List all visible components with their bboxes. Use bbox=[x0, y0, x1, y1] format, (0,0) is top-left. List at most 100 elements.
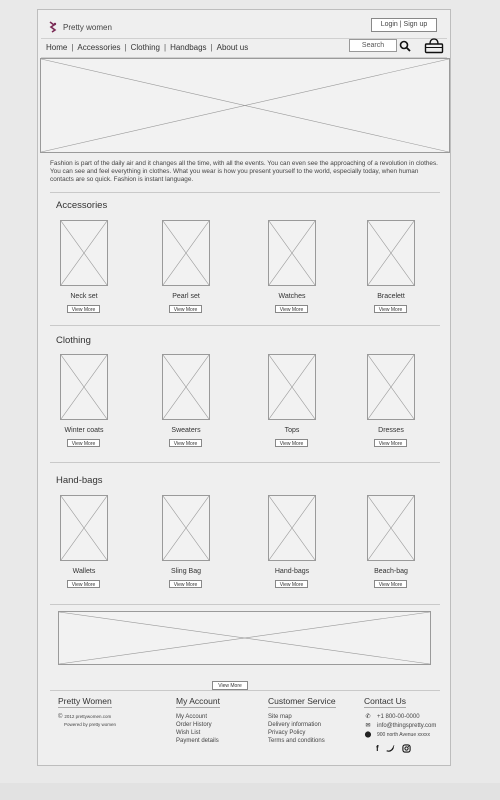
address-text: 900 north Avenue xxxxx bbox=[377, 732, 430, 738]
nav-item-home[interactable]: Home bbox=[46, 43, 67, 52]
section-title-clothing: Clothing bbox=[56, 335, 91, 346]
search-icon[interactable] bbox=[399, 40, 411, 52]
section-title-accessories: Accessories bbox=[56, 200, 108, 211]
footer-contact-title: Contact Us bbox=[364, 696, 407, 708]
product-image[interactable] bbox=[60, 220, 108, 286]
twitter-icon[interactable] bbox=[386, 744, 395, 753]
top-bar: Pretty women Login | Sign up bbox=[41, 16, 447, 39]
view-more-button[interactable]: View More bbox=[275, 580, 308, 588]
main-nav: Home | Accessories | Clothing | Handbags… bbox=[41, 38, 447, 58]
product-name: Hand-bags bbox=[274, 568, 310, 575]
divider bbox=[50, 192, 440, 193]
view-more-button[interactable]: View More bbox=[275, 305, 308, 313]
nav-separator: | bbox=[124, 43, 127, 52]
footer-link[interactable]: Terms and conditions bbox=[268, 737, 336, 745]
view-more-button[interactable]: View More bbox=[374, 305, 407, 313]
product-image[interactable] bbox=[60, 354, 108, 420]
view-more-button[interactable]: View More bbox=[275, 439, 308, 447]
product-image[interactable] bbox=[162, 495, 210, 561]
contact-email: ✉ info@thingspretty.com bbox=[364, 722, 436, 731]
section-title-hand-bags: Hand-bags bbox=[56, 475, 103, 486]
nav-item-handbags[interactable]: Handbags bbox=[170, 43, 206, 52]
brand[interactable]: Pretty women bbox=[48, 21, 112, 33]
search-input[interactable]: Search bbox=[349, 39, 397, 52]
product-name: Dresses bbox=[378, 427, 404, 434]
product-name: Bracelett bbox=[377, 293, 405, 300]
view-more-button[interactable]: View More bbox=[212, 681, 248, 690]
brand-name: Pretty women bbox=[63, 22, 112, 32]
product-name: Wallets bbox=[72, 568, 96, 575]
footer-copyright: © 2012 prettywomen.com bbox=[58, 713, 116, 721]
product-image[interactable] bbox=[60, 495, 108, 561]
login-link[interactable]: Login bbox=[381, 21, 398, 28]
view-more-button[interactable]: View More bbox=[169, 305, 202, 313]
page-frame: Pretty women Login | Sign up Home | Acce… bbox=[37, 9, 451, 766]
footer-link[interactable]: Order History bbox=[176, 721, 220, 729]
product-name: Sling Bag bbox=[171, 568, 201, 575]
footer-link[interactable]: Delivery information bbox=[268, 721, 336, 729]
divider bbox=[50, 690, 440, 691]
product-image[interactable] bbox=[367, 495, 415, 561]
product-name: Winter coats bbox=[64, 427, 104, 434]
social-links: f bbox=[376, 744, 436, 753]
facebook-icon[interactable]: f bbox=[376, 744, 379, 753]
divider bbox=[50, 462, 440, 463]
product-image[interactable] bbox=[268, 495, 316, 561]
product-name: Sweaters bbox=[171, 427, 201, 434]
footer-brand-title: Pretty Women bbox=[58, 696, 112, 708]
signup-link[interactable]: Sign up bbox=[404, 21, 428, 28]
product-name: Neck set bbox=[70, 293, 98, 300]
nav-separator: | bbox=[71, 43, 74, 52]
phone-icon: ✆ bbox=[365, 714, 371, 720]
email-icon: ✉ bbox=[365, 723, 371, 729]
divider bbox=[50, 325, 440, 326]
view-more-button[interactable]: View More bbox=[374, 580, 407, 588]
intro-text: Fashion is part of the daily air and it … bbox=[50, 160, 438, 183]
bottom-strip bbox=[0, 783, 500, 800]
nav-separator: | bbox=[210, 43, 213, 52]
nav-item-accessories[interactable]: Accessories bbox=[77, 43, 120, 52]
cart-icon[interactable] bbox=[424, 38, 444, 54]
product-image[interactable] bbox=[162, 354, 210, 420]
product-name: Tops bbox=[284, 427, 300, 434]
footer-link[interactable]: My Account bbox=[176, 713, 220, 721]
auth-box: Login | Sign up bbox=[371, 18, 437, 32]
view-more-button[interactable]: View More bbox=[169, 580, 202, 588]
contact-address: ⬤ 900 north Avenue xxxxx bbox=[364, 731, 436, 740]
divider bbox=[50, 604, 440, 605]
product-name: Pearl set bbox=[172, 293, 200, 300]
copyright-text: 2012 prettywomen.com bbox=[64, 714, 112, 719]
product-image[interactable] bbox=[268, 354, 316, 420]
instagram-icon[interactable] bbox=[402, 744, 411, 753]
email-text[interactable]: info@thingspretty.com bbox=[377, 722, 436, 731]
view-more-button[interactable]: View More bbox=[169, 439, 202, 447]
nav-item-clothing[interactable]: Clothing bbox=[131, 43, 160, 52]
product-image[interactable] bbox=[268, 220, 316, 286]
product-image[interactable] bbox=[162, 220, 210, 286]
footer-brand-column: Pretty Women © 2012 prettywomen.com Powe… bbox=[58, 696, 116, 729]
nav-item-about-us[interactable]: About us bbox=[217, 43, 249, 52]
footer-powered: Powered by pretty women bbox=[64, 722, 117, 727]
footer-service-column: Customer Service Site map Delivery infor… bbox=[268, 696, 336, 745]
footer-link[interactable]: Wish List bbox=[176, 729, 220, 737]
view-more-button[interactable]: View More bbox=[67, 439, 100, 447]
product-name: Watches bbox=[278, 293, 306, 300]
view-more-button[interactable]: View More bbox=[374, 439, 407, 447]
view-more-button[interactable]: View More bbox=[67, 580, 100, 588]
view-more-button[interactable]: View More bbox=[67, 305, 100, 313]
footer-link[interactable]: Site map bbox=[268, 713, 336, 721]
footer-contact-column: Contact Us ✆ +1 800-00-0000 ✉ info@thing… bbox=[364, 696, 436, 753]
nav-links: Home | Accessories | Clothing | Handbags… bbox=[46, 43, 248, 52]
phone-text: +1 800-00-0000 bbox=[377, 714, 420, 720]
location-icon: ⬤ bbox=[364, 732, 372, 738]
footer-link[interactable]: Privacy Policy bbox=[268, 729, 336, 737]
footer-account-title: My Account bbox=[176, 696, 220, 708]
product-image[interactable] bbox=[367, 354, 415, 420]
promo-banner-image bbox=[58, 611, 431, 665]
copyright-icon: © bbox=[58, 714, 63, 720]
nav-separator: | bbox=[163, 43, 167, 52]
footer-account-column: My Account My Account Order History Wish… bbox=[176, 696, 220, 745]
contact-phone: ✆ +1 800-00-0000 bbox=[364, 713, 436, 722]
footer-link[interactable]: Payment details bbox=[176, 737, 220, 745]
product-image[interactable] bbox=[367, 220, 415, 286]
